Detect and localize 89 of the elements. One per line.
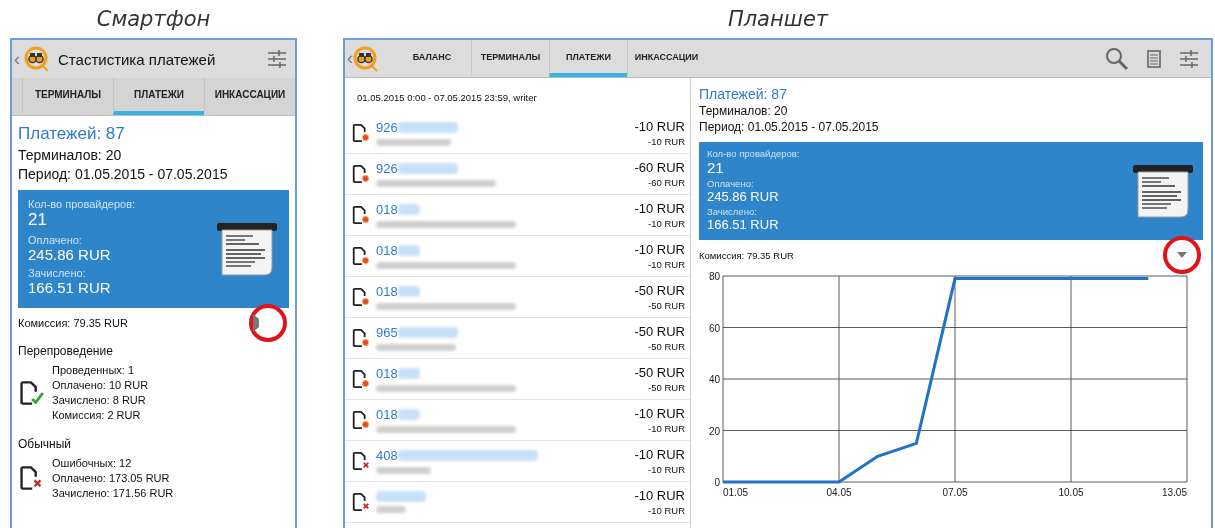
- y-tick-label: 40: [708, 374, 720, 385]
- commission-text: Комиссия: 79.35 RUR: [18, 317, 128, 329]
- phone-number: 018: [376, 407, 398, 422]
- card-label: Оплачено:: [28, 234, 83, 246]
- payment-row[interactable]: 926 -60 RUR -60 RUR: [345, 154, 690, 195]
- phone-number: 408: [376, 448, 398, 463]
- amount: -10 RUR: [634, 488, 685, 503]
- sub-amount: -10 RUR: [648, 218, 685, 229]
- card-value: 166.51 RUR: [707, 217, 780, 232]
- sub-amount: -10 RUR: [648, 505, 685, 516]
- tab[interactable]: ТЕРМИНАЛЫ: [471, 40, 549, 77]
- screen-title: Стастистика платежей: [58, 50, 217, 68]
- sub-amount: -60 RUR: [648, 177, 685, 188]
- y-tick-label: 80: [708, 271, 720, 282]
- sub-amount: -10 RUR: [648, 259, 685, 270]
- y-tick-label: 60: [708, 322, 720, 334]
- sub-amount: -10 RUR: [648, 136, 685, 147]
- device-caption: Смартфон: [95, 6, 212, 33]
- period-text: Период: 01.05.2015 - 07.05.2015: [18, 166, 229, 182]
- card-label: Зачислено:: [28, 267, 87, 279]
- amount: -10 RUR: [634, 242, 685, 257]
- payment-row[interactable]: 965 -50 RUR -50 RUR: [345, 318, 690, 359]
- amount: -50 RUR: [634, 365, 685, 380]
- device-caption: Планшет: [726, 6, 830, 33]
- commission-text: Комиссия: 79.35 RUR: [699, 249, 794, 261]
- phone-number: 965: [376, 325, 398, 340]
- x-tick-label: 13.05: [1161, 487, 1187, 498]
- amount: -50 RUR: [634, 324, 685, 339]
- amount: -50 RUR: [634, 283, 685, 298]
- sub-amount: -10 RUR: [648, 464, 685, 475]
- card-value: 245.86 RUR: [707, 189, 780, 204]
- payment-row[interactable]: 018 -50 RUR -50 RUR: [345, 359, 690, 400]
- payment-row[interactable]: 018 -10 RUR -10 RUR: [345, 400, 690, 441]
- group-line: Проведенных: 1: [52, 364, 136, 376]
- card-label: Кол-во провайдеров:: [707, 148, 800, 159]
- card-label: Оплачено:: [707, 178, 755, 189]
- group-line: Оплачено: 10 RUR: [52, 379, 149, 391]
- payment-row[interactable]: 018 -10 RUR -10 RUR: [345, 195, 690, 236]
- phone-number: 018: [376, 366, 398, 381]
- period-text: Период: 01.05.2015 - 07.05.2015: [699, 120, 880, 134]
- group-line: Ошибочных: 12: [52, 457, 133, 469]
- group-line: Зачислено: 8 RUR: [52, 394, 147, 406]
- group-title: Перепроведение: [18, 344, 114, 358]
- sub-amount: -50 RUR: [648, 300, 685, 311]
- payment-row[interactable]: -10 RUR -10 RUR: [345, 482, 690, 523]
- x-tick-label: 10.05: [1058, 487, 1084, 498]
- card-value: 166.51 RUR: [28, 279, 112, 296]
- tab[interactable]: ПЛАТЕЖИ: [549, 40, 627, 77]
- card-value: 245.86 RUR: [28, 246, 112, 263]
- group-title: Обычный: [18, 437, 73, 451]
- sub-amount: -50 RUR: [648, 382, 685, 393]
- phone-number: 018: [376, 284, 398, 299]
- payment-row[interactable]: 926 -10 RUR -10 RUR: [345, 113, 690, 154]
- card-label: Зачислено:: [707, 206, 758, 217]
- terminals-count: Терминалов: 20: [18, 147, 123, 163]
- amount: -60 RUR: [634, 160, 685, 175]
- tab[interactable]: ИНКАССАЦИИ: [204, 78, 295, 115]
- x-tick-label: 04.05: [826, 487, 852, 498]
- terminals-count: Терминалов: 20: [699, 104, 789, 118]
- amount: -10 RUR: [634, 406, 685, 421]
- tab[interactable]: ИНКАССАЦИИ: [627, 40, 705, 77]
- sub-amount: -10 RUR: [648, 423, 685, 434]
- phone-number: 926: [376, 120, 398, 135]
- phone-number: 018: [376, 243, 398, 258]
- tab[interactable]: ПЛАТЕЖИ: [113, 78, 204, 115]
- group-line: Зачислено: 171.56 RUR: [52, 487, 174, 499]
- phone-number: 926: [376, 161, 398, 176]
- phone-number: 018: [376, 202, 398, 217]
- sub-amount: -50 RUR: [648, 341, 685, 352]
- x-tick-label: 01.05: [723, 487, 749, 498]
- tab[interactable]: БАЛАНС: [393, 40, 471, 77]
- payment-row[interactable]: 018 -10 RUR -10 RUR: [345, 236, 690, 277]
- amount: -10 RUR: [634, 201, 685, 216]
- card-value: 21: [707, 159, 725, 176]
- amount: -10 RUR: [634, 447, 685, 462]
- payments-count: Платежей: 87: [699, 86, 788, 102]
- card-value: 21: [28, 210, 48, 230]
- tab[interactable]: ТЕРМИНАЛЫ: [22, 78, 113, 115]
- group-line: Оплачено: 173.05 RUR: [52, 472, 171, 484]
- y-tick-label: 0: [714, 477, 720, 488]
- x-tick-label: 07.05: [942, 487, 968, 498]
- amount: -10 RUR: [634, 119, 685, 134]
- y-tick-label: 20: [708, 425, 720, 437]
- card-label: Кол-во провайдеров:: [28, 198, 136, 210]
- filter-text: 01.05.2015 0:00 - 07.05.2015 23:59, writer: [356, 91, 538, 105]
- payment-row[interactable]: 408 -10 RUR -10 RUR: [345, 441, 690, 482]
- payments-count: Платежей: 87: [18, 124, 126, 144]
- payment-row[interactable]: 018 -50 RUR -50 RUR: [345, 277, 690, 318]
- group-line: Комиссия: 2 RUR: [52, 409, 142, 421]
